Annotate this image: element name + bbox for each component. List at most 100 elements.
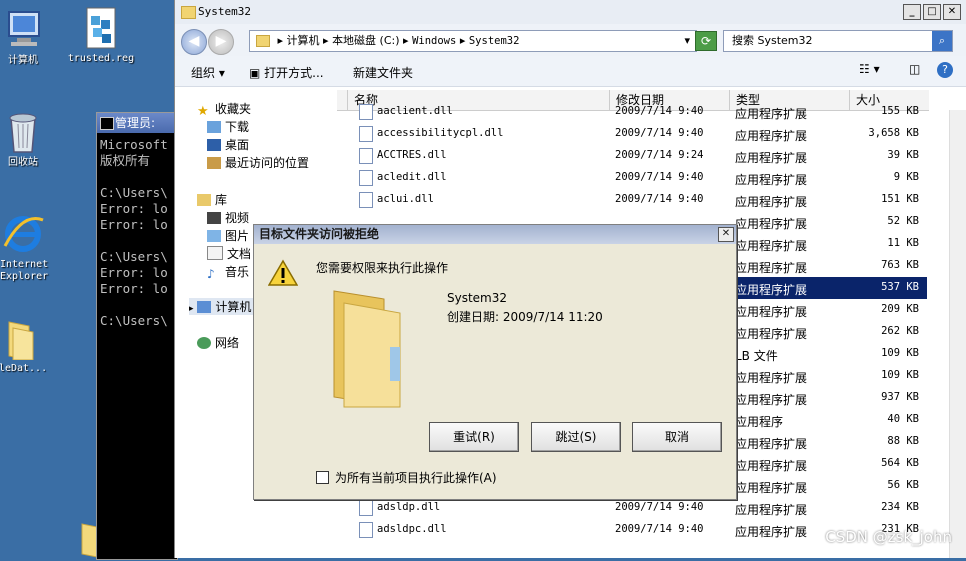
address-sep: ▸ bbox=[323, 34, 329, 47]
expand-arrow-icon[interactable]: ▸ bbox=[189, 304, 194, 314]
access-denied-dialog[interactable]: 目标文件夹访问被拒绝 ✕ 您需要权限来执行此操作 System32 创建日期: … bbox=[253, 224, 737, 500]
maximize-button[interactable]: □ bbox=[923, 4, 941, 20]
file-row[interactable]: aaclient.dll 2009/7/14 9:40 应用程序扩展 155 KB bbox=[351, 101, 927, 123]
checkbox-box[interactable] bbox=[316, 471, 329, 484]
search-icon[interactable]: ⌕ bbox=[932, 31, 952, 51]
file-row[interactable]: acledit.dll 2009/7/14 9:40 应用程序扩展 9 KB bbox=[351, 167, 927, 189]
address-sep: ▸ bbox=[459, 34, 466, 47]
console-window[interactable]: 管理员: Microsoft 版权所有 C:\Users\ Error: lo … bbox=[96, 112, 178, 560]
file-date: 2009/7/14 9:40 bbox=[615, 501, 704, 513]
breadcrumb-system32[interactable]: System32 bbox=[469, 35, 520, 47]
address-sep: ▸ bbox=[277, 34, 284, 47]
file-type: 应用程序扩展 bbox=[735, 173, 808, 187]
nav-recent-places[interactable]: 最近访问的位置 bbox=[207, 154, 309, 171]
nav-favorites[interactable]: ★ 收藏夹 bbox=[197, 100, 251, 119]
dll-file-icon bbox=[359, 170, 373, 186]
file-size: 209 KB bbox=[881, 303, 919, 315]
picture-icon bbox=[207, 230, 221, 242]
new-folder-button[interactable]: 新建文件夹 bbox=[353, 64, 413, 81]
dll-file-icon bbox=[359, 522, 373, 538]
file-row[interactable]: adsldp.dll 2009/7/14 9:40 应用程序扩展 234 KB bbox=[351, 497, 927, 519]
file-size: 262 KB bbox=[881, 325, 919, 337]
file-size: 155 KB bbox=[881, 105, 919, 117]
file-date: 2009/7/14 9:40 bbox=[615, 105, 704, 117]
recent-places-icon bbox=[207, 157, 221, 169]
cancel-button[interactable]: 取消 bbox=[632, 422, 722, 452]
open-with-button[interactable]: ▣ 打开方式... bbox=[249, 64, 324, 81]
address-sep: ▸ bbox=[403, 34, 409, 47]
file-row[interactable]: accessibilitycpl.dll 2009/7/14 9:40 应用程序扩展… bbox=[351, 123, 927, 145]
file-size: 151 KB bbox=[881, 193, 919, 205]
console-output: Microsoft 版权所有 C:\Users\ Error: lo Error… bbox=[100, 137, 168, 328]
minimize-button[interactable]: _ bbox=[903, 4, 921, 20]
dialog-close-button[interactable]: ✕ bbox=[718, 227, 734, 242]
library-icon bbox=[197, 194, 211, 206]
close-button[interactable]: ✕ bbox=[943, 4, 961, 20]
desktop-icon-internet-explorer[interactable]: Internet Explorer bbox=[0, 212, 62, 283]
downloads-icon bbox=[207, 121, 221, 133]
dialog-titlebar[interactable]: 目标文件夹访问被拒绝 ✕ bbox=[254, 225, 736, 244]
nav-downloads[interactable]: 下载 bbox=[207, 118, 249, 135]
desktop-icon-trusted-reg[interactable]: trusted.reg bbox=[62, 6, 140, 65]
internet-explorer-icon bbox=[1, 212, 45, 256]
desktop-icon-recycle-bin[interactable]: 回收站 bbox=[0, 110, 62, 169]
desktop-icon-oracle-data[interactable]: acleDat... bbox=[0, 316, 56, 375]
file-name: acledit.dll bbox=[377, 171, 447, 183]
file-size: 11 KB bbox=[887, 237, 919, 249]
file-type: 应用程序扩展 bbox=[735, 503, 808, 517]
file-type: 应用程序扩展 bbox=[735, 151, 808, 165]
file-date: 2009/7/14 9:24 bbox=[615, 149, 704, 161]
file-size: 564 KB bbox=[881, 457, 919, 469]
nav-music[interactable]: ♪ 音乐 bbox=[207, 263, 249, 281]
file-type: 应用程序扩展 bbox=[735, 371, 808, 385]
dll-file-icon bbox=[359, 148, 373, 164]
forward-button[interactable]: ▶ bbox=[208, 29, 234, 55]
view-options-icon[interactable]: ☷ ▾ bbox=[859, 62, 880, 76]
nav-pictures[interactable]: 图片 bbox=[207, 227, 249, 244]
address-bar[interactable]: ▸ 计算机 ▸ 本地磁盘 (C:) ▸ Windows ▸ System32 ▾ bbox=[249, 30, 697, 52]
file-name: aclui.dll bbox=[377, 193, 434, 205]
skip-button[interactable]: 跳过(S) bbox=[531, 422, 621, 452]
dll-file-icon bbox=[359, 126, 373, 142]
file-type: 应用程序扩展 bbox=[735, 327, 808, 341]
file-size: 234 KB bbox=[881, 501, 919, 513]
explorer-titlebar[interactable]: System32 _ □ ✕ bbox=[175, 0, 966, 24]
breadcrumb-local-disk[interactable]: 本地磁盘 (C:) bbox=[332, 34, 399, 47]
file-size: 109 KB bbox=[881, 347, 919, 359]
file-row[interactable]: ACCTRES.dll 2009/7/14 9:24 应用程序扩展 39 KB bbox=[351, 145, 927, 167]
console-icon bbox=[100, 117, 114, 130]
recycle-bin-icon bbox=[1, 110, 45, 154]
nav-network[interactable]: 网络 bbox=[197, 334, 239, 351]
organize-menu[interactable]: 组织 ▾ bbox=[191, 64, 225, 81]
file-date: 2009/7/14 9:40 bbox=[615, 193, 704, 205]
retry-button[interactable]: 重试(R) bbox=[429, 422, 519, 452]
watermark: CSDN @zsk_john bbox=[825, 528, 952, 546]
nav-documents[interactable]: 文档 bbox=[207, 245, 251, 262]
preview-pane-icon[interactable]: ◫ bbox=[909, 62, 920, 76]
address-row: ◀ ▶ ▸ 计算机 ▸ 本地磁盘 (C:) ▸ Windows ▸ System… bbox=[175, 24, 966, 56]
nav-videos[interactable]: 视频 bbox=[207, 209, 249, 226]
address-dropdown-icon[interactable]: ▾ bbox=[684, 31, 690, 51]
folder-icon bbox=[181, 6, 196, 19]
vertical-scrollbar[interactable] bbox=[949, 110, 966, 558]
file-size: 88 KB bbox=[887, 435, 919, 447]
folder-icon bbox=[326, 287, 416, 414]
refresh-button[interactable]: ⟳ bbox=[695, 31, 717, 51]
apply-all-checkbox[interactable]: 为所有当前项目执行此操作(A) bbox=[316, 469, 497, 486]
file-type: 应用程序扩展 bbox=[735, 283, 808, 297]
help-icon[interactable]: ? bbox=[937, 62, 953, 78]
breadcrumb-computer[interactable]: 计算机 bbox=[287, 34, 320, 47]
file-type: 应用程序扩展 bbox=[735, 481, 808, 495]
computer-icon bbox=[1, 8, 45, 52]
search-input[interactable]: 搜索 System32 ⌕ bbox=[723, 30, 953, 52]
nav-desktop[interactable]: 桌面 bbox=[207, 136, 249, 153]
console-titlebar[interactable]: 管理员: bbox=[97, 113, 177, 133]
breadcrumb-windows[interactable]: Windows bbox=[412, 35, 456, 47]
back-button[interactable]: ◀ bbox=[181, 29, 207, 55]
desktop-icon-computer[interactable]: 计算机 bbox=[0, 8, 62, 67]
file-row[interactable]: aclui.dll 2009/7/14 9:40 应用程序扩展 151 KB bbox=[351, 189, 927, 211]
desktop-icon bbox=[207, 139, 221, 151]
file-type: 应用程序扩展 bbox=[735, 393, 808, 407]
nav-libraries[interactable]: 库 bbox=[197, 191, 227, 208]
file-type: 应用程序扩展 bbox=[735, 129, 808, 143]
